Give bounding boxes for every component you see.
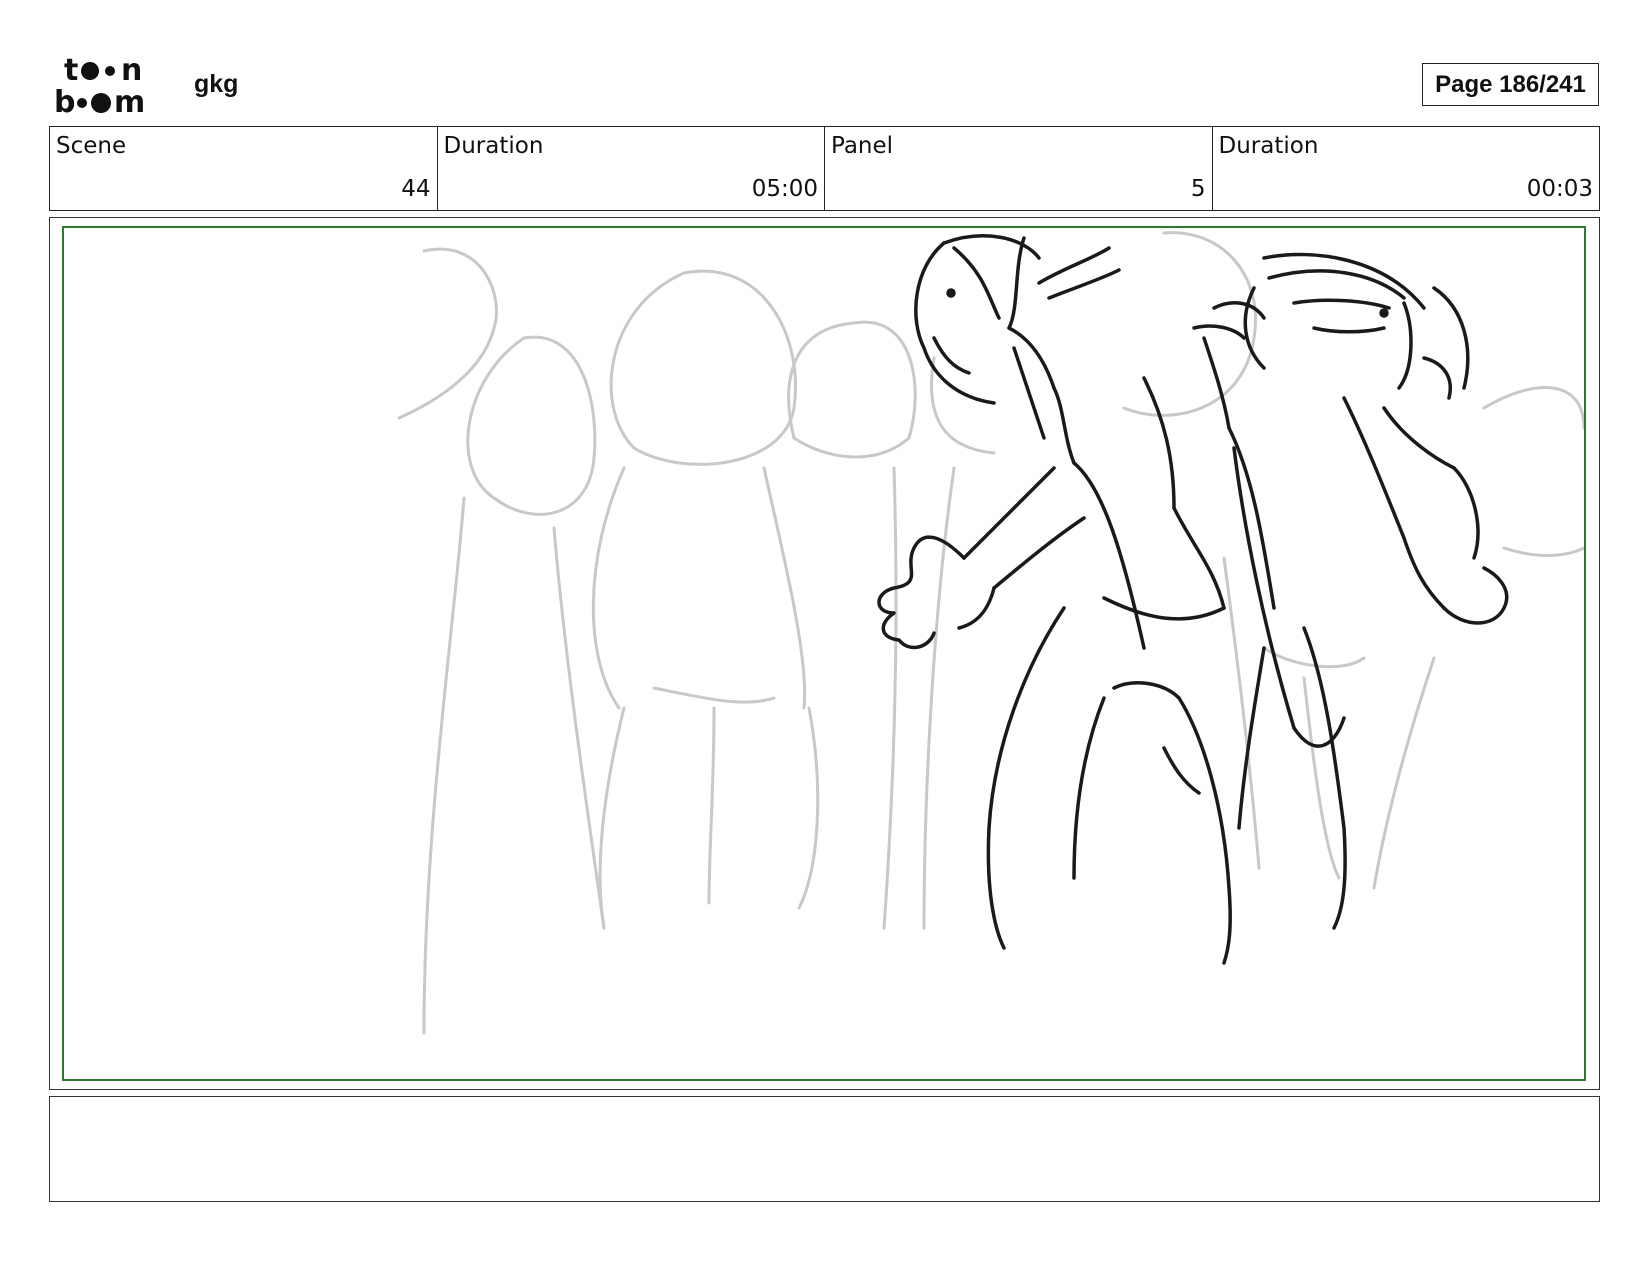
panel-label: Panel: [831, 133, 894, 159]
toon-boom-logo: t n b m: [54, 53, 172, 120]
storyboard-sketch: [397, 231, 1584, 1035]
svg-text:m: m: [114, 85, 145, 118]
camera-safe-area: [62, 226, 1586, 1081]
svg-text:n: n: [121, 54, 142, 88]
scene-value: 44: [401, 176, 431, 202]
panel-duration-value: 00:03: [1526, 176, 1593, 202]
project-name: gkg: [194, 70, 239, 98]
scene-duration-label: Duration: [443, 133, 544, 159]
panel-cell: Panel 5: [825, 127, 1213, 210]
panel-notes-box: [49, 1096, 1600, 1202]
scene-duration-cell: Duration 05:00: [438, 127, 825, 210]
panel-duration-label: Duration: [1218, 133, 1319, 159]
panel-duration-cell: Duration 00:03: [1213, 127, 1600, 210]
scene-duration-value: 05:00: [751, 176, 818, 202]
svg-text:t: t: [64, 54, 78, 88]
storyboard-panel: [49, 217, 1600, 1090]
svg-text:b: b: [54, 85, 75, 118]
page-indicator: Page 186/241: [1422, 63, 1599, 106]
scene-cell: Scene 44: [50, 127, 438, 210]
panel-info-bar: Scene 44 Duration 05:00 Panel 5 Duration…: [49, 126, 1600, 211]
scene-label: Scene: [56, 133, 127, 159]
panel-value: 5: [1190, 176, 1206, 202]
